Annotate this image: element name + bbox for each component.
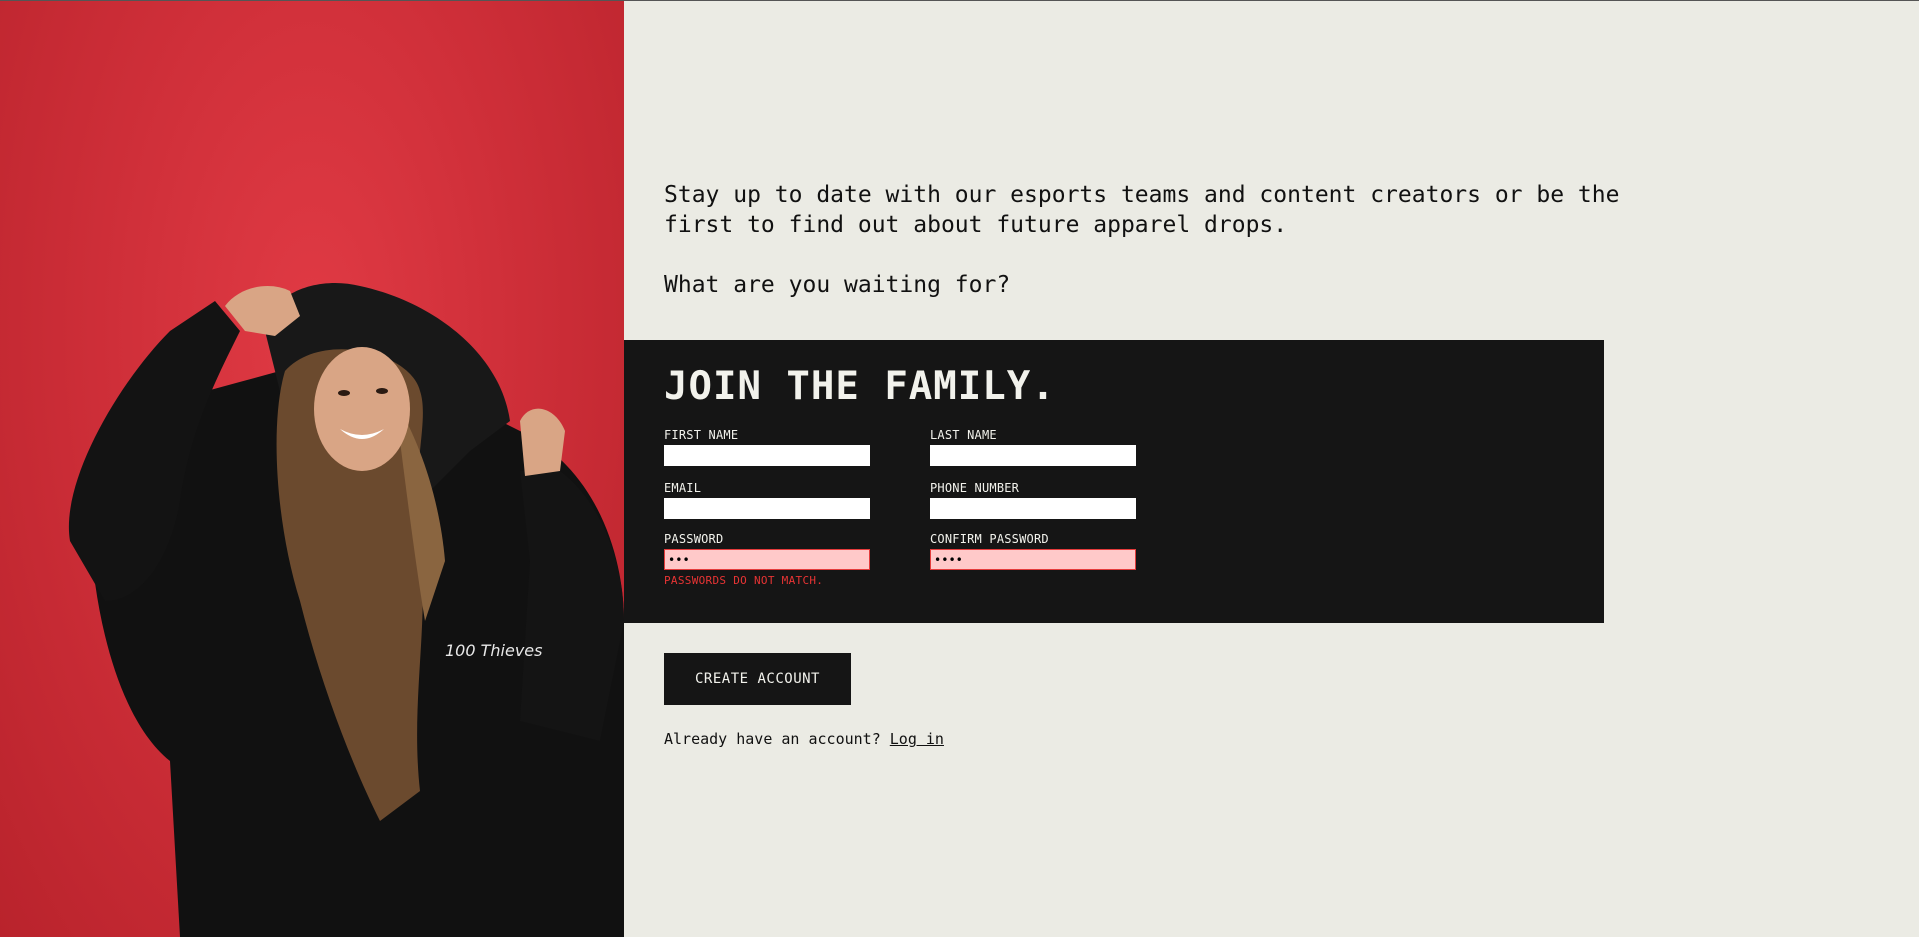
- login-prompt-text: Already have an account?: [664, 730, 881, 748]
- email-input[interactable]: [664, 498, 870, 519]
- create-account-button[interactable]: CREATE ACCOUNT: [664, 653, 851, 705]
- hoodie-logo: 100 Thieves: [445, 641, 542, 660]
- first-name-input[interactable]: [664, 445, 870, 466]
- phone-field: PHONE NUMBER: [930, 481, 1136, 519]
- hero-image: 100 Thieves: [0, 1, 624, 937]
- email-field: EMAIL: [664, 481, 870, 519]
- password-input[interactable]: [664, 549, 870, 570]
- password-label: PASSWORD: [664, 532, 724, 546]
- signup-section: Stay up to date with our esports teams a…: [624, 1, 1919, 937]
- confirm-password-field: CONFIRM PASSWORD: [930, 532, 1136, 570]
- hero-illustration: 100 Thieves: [68, 283, 624, 937]
- phone-input[interactable]: [930, 498, 1136, 519]
- confirm-password-input[interactable]: [930, 549, 1136, 570]
- password-field: PASSWORD PASSWORDS DO NOT MATCH.: [664, 532, 870, 587]
- first-name-label: FIRST NAME: [664, 428, 739, 442]
- form-title: JOIN THE FAMILY.: [664, 364, 1056, 409]
- last-name-label: LAST NAME: [930, 428, 997, 442]
- intro-text: Stay up to date with our esports teams a…: [664, 180, 1624, 300]
- last-name-field: LAST NAME: [930, 428, 1136, 466]
- email-label: EMAIL: [664, 481, 702, 495]
- password-error-message: PASSWORDS DO NOT MATCH.: [664, 574, 824, 587]
- intro-paragraph: Stay up to date with our esports teams a…: [664, 182, 1620, 238]
- login-prompt: Already have an account? Log in: [664, 730, 944, 748]
- first-name-field: FIRST NAME: [664, 428, 870, 466]
- last-name-input[interactable]: [930, 445, 1136, 466]
- signup-form: JOIN THE FAMILY. FIRST NAME LAST NAME EM…: [624, 340, 1604, 623]
- confirm-password-label: CONFIRM PASSWORD: [930, 532, 1049, 546]
- intro-question: What are you waiting for?: [664, 272, 1011, 298]
- phone-label: PHONE NUMBER: [930, 481, 1020, 495]
- login-link[interactable]: Log in: [890, 730, 944, 748]
